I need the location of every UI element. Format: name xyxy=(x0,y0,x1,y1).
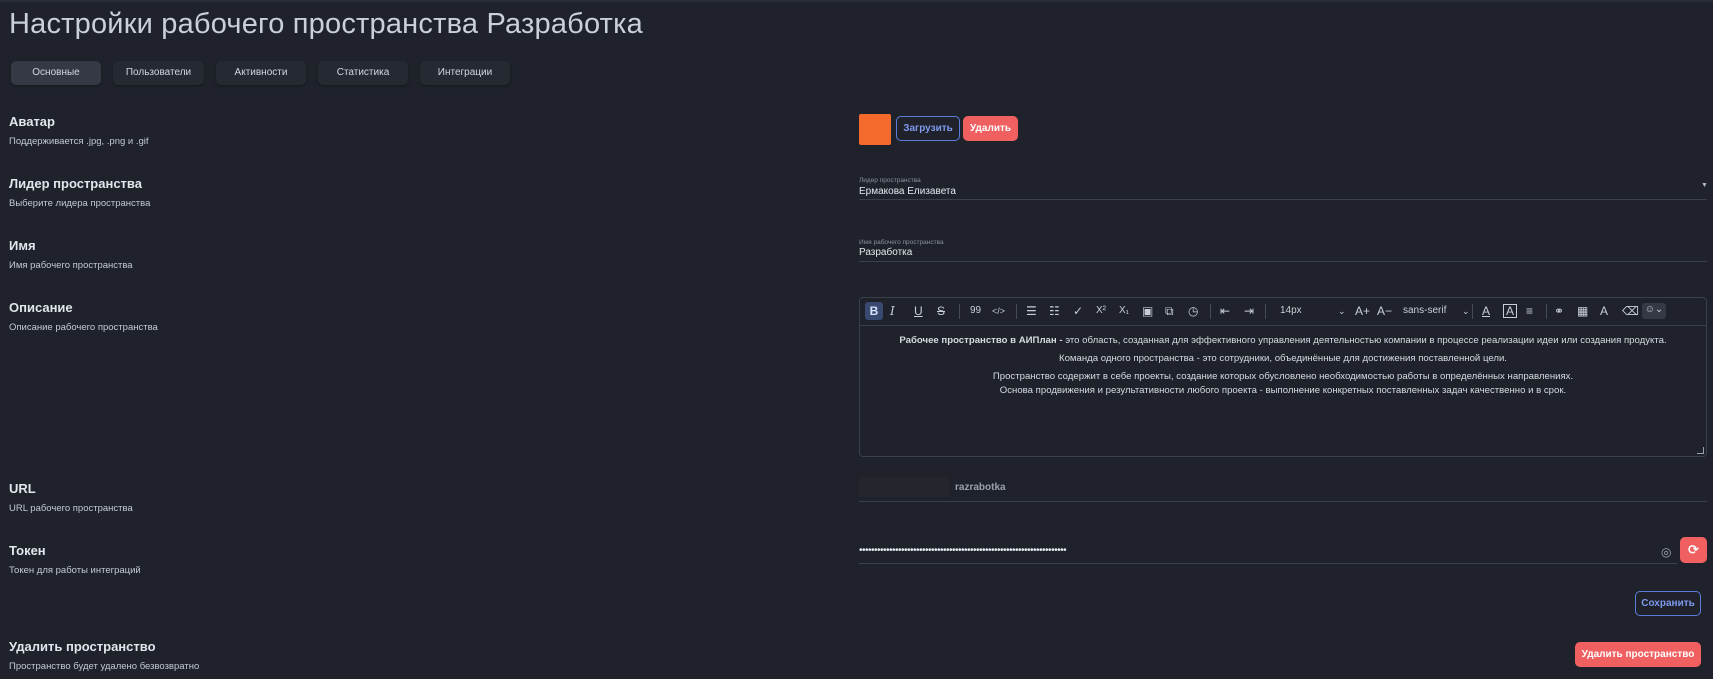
url-title: URL xyxy=(9,481,36,496)
emoji-icon[interactable]: ☺⌄ xyxy=(1642,303,1666,319)
increase-font-icon[interactable]: A+ xyxy=(1355,304,1370,318)
font-size-select[interactable]: 14px xyxy=(1280,304,1302,318)
tab-general[interactable]: Основные xyxy=(11,61,101,85)
leader-field-label: Лидер пространства xyxy=(859,177,921,184)
token-underline xyxy=(859,563,1677,564)
text-color-icon[interactable]: A xyxy=(1482,304,1490,318)
editor-content[interactable]: Рабочее пространство в АИПлан - это обла… xyxy=(860,334,1706,402)
editor-text-line4: Основа продвижения и результативности лю… xyxy=(999,385,1567,396)
token-title: Токен xyxy=(9,543,46,558)
leader-underline xyxy=(859,199,1707,200)
editor-bold-text: Рабочее пространство в АИПлан - xyxy=(899,335,1063,346)
description-title: Описание xyxy=(9,300,73,315)
align-icon[interactable]: ≡ xyxy=(1526,304,1533,318)
table-icon[interactable]: ▦ xyxy=(1577,304,1588,318)
regenerate-token-button[interactable]: ⟳ xyxy=(1680,537,1707,563)
editor-text-line1: это область, созданная для эффективного … xyxy=(1062,335,1667,346)
toolbar-divider xyxy=(959,304,960,319)
editor-text-line2: Команда одного пространства - это сотруд… xyxy=(1059,353,1507,364)
avatar-title: Аватар xyxy=(9,114,55,129)
code-icon[interactable]: </> xyxy=(992,304,1005,318)
font-family-select[interactable]: sans-serif xyxy=(1403,304,1446,318)
bold-icon[interactable]: B xyxy=(865,302,883,320)
decrease-font-icon[interactable]: A− xyxy=(1377,304,1392,318)
url-underline xyxy=(859,501,1707,502)
url-input[interactable]: razrabotka xyxy=(955,482,1006,493)
underline-icon[interactable]: U xyxy=(914,304,923,318)
chevron-down-icon[interactable]: ⌄ xyxy=(1338,304,1346,318)
name-title: Имя xyxy=(9,238,36,253)
eraser-icon[interactable]: ⌫ xyxy=(1622,304,1639,318)
clock-icon[interactable]: ◷ xyxy=(1188,304,1198,318)
tab-users[interactable]: Пользователи xyxy=(113,61,204,85)
chevron-down-icon[interactable]: ▼ xyxy=(1701,182,1708,189)
resize-handle[interactable] xyxy=(1697,447,1704,454)
save-button[interactable]: Сохранить xyxy=(1635,591,1701,616)
delete-space-button[interactable]: Удалить пространство xyxy=(1575,642,1701,667)
name-input[interactable]: Разработка xyxy=(859,247,912,258)
bullet-list-icon[interactable]: ☰ xyxy=(1026,304,1037,318)
top-border xyxy=(0,0,1713,2)
toolbar-divider xyxy=(1016,304,1017,319)
superscript-icon[interactable]: X² xyxy=(1096,304,1106,318)
link-icon[interactable]: ⚭ xyxy=(1554,304,1564,318)
token-input[interactable]: ••••••••••••••••••••••••••••••••••••••••… xyxy=(859,545,1067,556)
avatar-desc: Поддерживается .jpg, .png и .gif xyxy=(9,136,149,147)
tab-activities[interactable]: Активности xyxy=(216,61,306,85)
chevron-down-icon[interactable]: ⌄ xyxy=(1462,304,1470,318)
numbered-list-icon[interactable]: ☷ xyxy=(1049,304,1060,318)
delete-space-desc: Пространство будет удалено безвозвратно xyxy=(9,661,200,672)
tab-bar: Основные Пользователи Активности Статист… xyxy=(11,61,510,85)
description-desc: Описание рабочего пространства xyxy=(9,322,158,333)
name-field-label: Имя рабочего пространства xyxy=(859,239,944,246)
tab-statistics[interactable]: Статистика xyxy=(318,61,408,85)
embed-icon[interactable]: ⧉ xyxy=(1165,304,1174,318)
avatar-preview xyxy=(859,114,891,145)
clear-format-icon[interactable]: A xyxy=(1600,304,1608,318)
tab-integrations[interactable]: Интеграции xyxy=(420,61,510,85)
url-desc: URL рабочего пространства xyxy=(9,503,133,514)
url-prefix xyxy=(859,477,949,497)
description-editor[interactable]: B I U S 99 </> ☰ ☷ ✓ X² X₁ ▣ ⧉ ◷ ⇤ ⇥ 14p… xyxy=(859,297,1707,457)
delete-space-title: Удалить пространство xyxy=(9,639,156,654)
subscript-icon[interactable]: X₁ xyxy=(1119,304,1129,318)
upload-avatar-button[interactable]: Загрузить xyxy=(896,116,960,141)
delete-avatar-button[interactable]: Удалить xyxy=(963,116,1018,141)
name-underline xyxy=(859,261,1707,262)
page-title: Настройки рабочего пространства Разработ… xyxy=(9,8,644,40)
eye-off-icon[interactable]: ◎ xyxy=(1661,545,1671,559)
toolbar-divider xyxy=(1210,304,1211,319)
outdent-icon[interactable]: ⇤ xyxy=(1220,304,1230,318)
quote-icon[interactable]: 99 xyxy=(970,304,981,318)
editor-toolbar: B I U S 99 </> ☰ ☷ ✓ X² X₁ ▣ ⧉ ◷ ⇤ ⇥ 14p… xyxy=(860,298,1706,326)
highlight-icon[interactable]: A xyxy=(1503,304,1518,318)
leader-title: Лидер пространства xyxy=(9,176,142,191)
toolbar-divider xyxy=(1265,304,1266,319)
checklist-icon[interactable]: ✓ xyxy=(1073,304,1083,318)
image-icon[interactable]: ▣ xyxy=(1142,304,1153,318)
token-desc: Токен для работы интеграций xyxy=(9,565,141,576)
italic-icon[interactable]: I xyxy=(890,304,895,318)
toolbar-divider xyxy=(1546,304,1547,319)
strikethrough-icon[interactable]: S xyxy=(937,304,945,318)
toolbar-divider xyxy=(1472,304,1473,319)
leader-select[interactable]: Ермакова Елизавета xyxy=(859,186,956,197)
indent-icon[interactable]: ⇥ xyxy=(1244,304,1254,318)
name-desc: Имя рабочего пространства xyxy=(9,260,133,271)
editor-text-line3: Пространство содержит в себе проекты, со… xyxy=(992,371,1574,382)
leader-desc: Выберите лидера пространства xyxy=(9,198,151,209)
